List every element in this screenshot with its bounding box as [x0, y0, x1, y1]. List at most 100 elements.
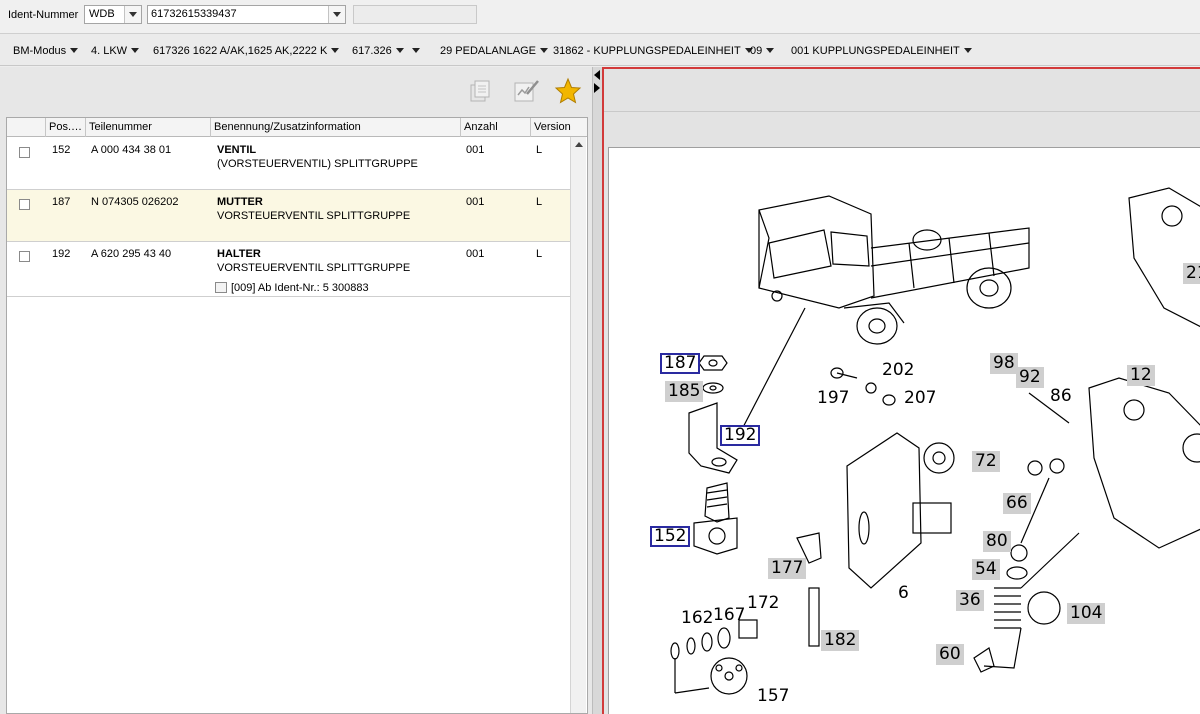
callout-72[interactable]: 72 — [972, 451, 1000, 472]
chevron-down-icon[interactable] — [540, 48, 548, 53]
ident-prefix-value: WDB — [89, 8, 115, 20]
row-version: L — [536, 248, 543, 260]
chevron-down-icon[interactable] — [395, 48, 404, 53]
drawing-panel: 187 185 192 152 197 202 207 98 92 86 12 … — [602, 67, 1200, 714]
chevron-down-icon[interactable] — [766, 48, 775, 53]
note-icon — [215, 282, 227, 293]
callout-60[interactable]: 60 — [936, 644, 964, 665]
ident-bar: Ident-Nummer WDB 61732615339437 — [0, 0, 1200, 34]
callout-98[interactable]: 98 — [990, 353, 1018, 374]
breadcrumb: BM-Modus 4. LKW 617326 1622 A/AK,1625 AK… — [0, 34, 1200, 66]
crumb-unit[interactable]: 001 KUPPLUNGSPEDALEINHEIT — [791, 45, 972, 57]
row-part-number: N 074305 026202 — [91, 196, 179, 208]
row-part-number: A 000 434 38 01 — [91, 144, 172, 156]
callout-104[interactable]: 104 — [1067, 603, 1106, 624]
row-name: HALTER — [217, 248, 261, 260]
panel-splitter[interactable] — [592, 67, 602, 714]
drawing-lines — [670, 187, 1200, 695]
crumb-model[interactable]: 617326 1622 A/AK,1625 AK,2222 K — [153, 45, 340, 57]
row-name: MUTTER — [217, 196, 263, 208]
callout-86[interactable]: 86 — [1047, 386, 1075, 407]
truck-wheel — [966, 267, 1012, 309]
callout-36[interactable]: 36 — [956, 590, 984, 611]
callout-6[interactable]: 6 — [895, 583, 912, 604]
crumb-group[interactable]: 29 PEDALANLAGE — [440, 45, 548, 57]
row-checkbox[interactable] — [19, 199, 30, 210]
callout-152[interactable]: 152 — [650, 526, 691, 547]
table-scrollbar[interactable] — [570, 137, 586, 713]
callout-167[interactable]: 167 — [710, 605, 748, 626]
chevron-down-icon[interactable] — [331, 48, 340, 53]
row-info: (VORSTEUERVENTIL) SPLITTGRUPPE — [217, 158, 418, 170]
table-row[interactable]: 192 A 620 295 43 40 HALTER VORSTEUERVENT… — [7, 242, 570, 297]
parts-toolbar — [0, 67, 592, 117]
header-designation[interactable]: Benennung/Zusatzinformation — [211, 118, 461, 137]
callout-54[interactable]: 54 — [972, 559, 1000, 580]
crumb-variant[interactable]: 09 — [750, 45, 775, 57]
chevron-down-icon[interactable] — [412, 48, 420, 53]
spring — [994, 587, 1021, 629]
edit-notes-icon[interactable] — [512, 77, 540, 105]
chevron-down-icon[interactable] — [131, 48, 140, 53]
callout-207[interactable]: 207 — [901, 388, 939, 409]
callout-92[interactable]: 92 — [1016, 367, 1044, 388]
row-info: VORSTEUERVENTIL SPLITTGRUPPE — [217, 262, 411, 274]
callout-66[interactable]: 66 — [1003, 493, 1031, 514]
expand-right-icon[interactable] — [594, 83, 600, 93]
truck-wheel — [856, 307, 898, 345]
ident-number-input[interactable]: 61732615339437 — [147, 5, 346, 24]
callout-202[interactable]: 202 — [879, 360, 917, 381]
callout-197[interactable]: 197 — [814, 388, 852, 409]
crumb-type[interactable]: 617.326 — [352, 45, 404, 57]
header-version[interactable]: Version — [531, 118, 587, 137]
callout-12[interactable]: 12 — [1127, 365, 1155, 386]
callout-172[interactable]: 172 — [744, 593, 782, 614]
chevron-down-icon[interactable] — [124, 6, 141, 23]
callout-177[interactable]: 177 — [768, 558, 807, 579]
row-version: L — [536, 196, 543, 208]
callout-192[interactable]: 192 — [720, 425, 761, 446]
table-header: Pos.… Teilenummer Benennung/Zusatzinform… — [7, 118, 587, 137]
row-pos: 192 — [52, 248, 71, 260]
row-quantity: 001 — [466, 196, 485, 208]
copy-pages-icon[interactable] — [467, 77, 495, 105]
crumb-vehicle-class[interactable]: 4. LKW — [91, 45, 140, 57]
row-quantity: 001 — [466, 248, 485, 260]
row-checkbox[interactable] — [19, 147, 30, 158]
header-select — [7, 118, 46, 137]
header-pos[interactable]: Pos.… — [46, 118, 86, 137]
callout-157[interactable]: 157 — [754, 686, 792, 707]
crumb-mode[interactable]: BM-Modus — [13, 45, 79, 57]
callout-182[interactable]: 182 — [821, 630, 860, 651]
row-quantity: 001 — [466, 144, 485, 156]
favorite-star-icon[interactable] — [554, 77, 582, 105]
header-quantity[interactable]: Anzahl — [461, 118, 531, 137]
row-checkbox[interactable] — [19, 251, 30, 262]
row-pos: 152 — [52, 144, 71, 156]
bracket-six — [846, 432, 922, 589]
chevron-down-icon[interactable] — [963, 48, 972, 53]
table-row[interactable]: 187 N 074305 026202 MUTTER VORSTEUERVENT… — [7, 190, 570, 242]
chevron-down-icon[interactable] — [328, 6, 345, 23]
crumb-empty[interactable] — [408, 45, 420, 57]
ident-prefix-select[interactable]: WDB — [84, 5, 142, 24]
collapse-left-icon[interactable] — [594, 70, 600, 80]
callout-21[interactable]: 21 — [1183, 263, 1200, 284]
parts-list-panel: Pos.… Teilenummer Benennung/Zusatzinform… — [0, 67, 592, 714]
crumb-subgroup[interactable]: 31862 - KUPPLUNGSPEDALEINHEIT — [553, 45, 753, 57]
chevron-down-icon[interactable] — [70, 48, 79, 53]
row-pos: 187 — [52, 196, 71, 208]
scroll-up-icon[interactable] — [575, 142, 583, 147]
row-name: VENTIL — [217, 144, 257, 156]
panel-divider — [604, 111, 1200, 112]
table-row[interactable]: 152 A 000 434 38 01 VENTIL (VORSTEUERVEN… — [7, 138, 570, 190]
ident-extra-field[interactable] — [353, 5, 477, 24]
header-part-number[interactable]: Teilenummer — [86, 118, 211, 137]
parts-table: Pos.… Teilenummer Benennung/Zusatzinform… — [6, 117, 588, 714]
valve-body — [704, 482, 730, 523]
callout-185[interactable]: 185 — [665, 381, 704, 402]
exploded-parts-drawing[interactable]: 187 185 192 152 197 202 207 98 92 86 12 … — [608, 147, 1200, 714]
callout-80[interactable]: 80 — [983, 531, 1011, 552]
row-info: VORSTEUERVENTIL SPLITTGRUPPE — [217, 210, 411, 222]
callout-187[interactable]: 187 — [660, 353, 701, 374]
